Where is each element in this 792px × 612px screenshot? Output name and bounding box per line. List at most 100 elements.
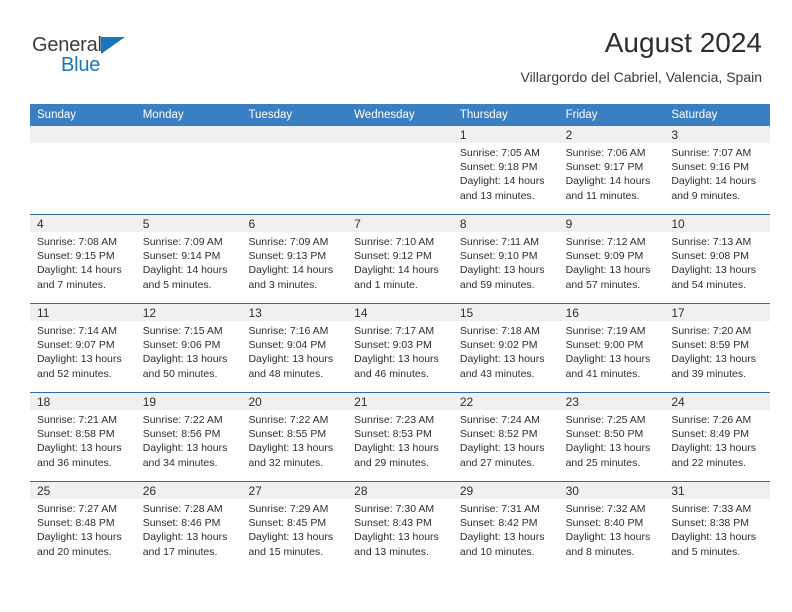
day-details <box>136 143 242 146</box>
daylight-text: Daylight: 13 hours <box>671 531 756 544</box>
day-number-band: 2 <box>558 126 665 143</box>
calendar-day-cell[interactable]: 20 Sunrise: 7:22 AM Sunset: 8:55 PM Dayligh… <box>241 393 348 481</box>
calendar-week-row: 4 Sunrise: 7:08 AM Sunset: 9:15 PM Daylight… <box>30 214 771 303</box>
day-details: Sunrise: 7:26 AM Sunset: 8:49 PM Daylight:… <box>664 410 770 470</box>
day-number-band: 12 <box>135 304 242 321</box>
weekday-header-friday: Friday <box>565 109 598 121</box>
calendar-day-cell[interactable]: 30 Sunrise: 7:32 AM Sunset: 8:40 PM Dayligh… <box>558 482 665 570</box>
sunset-text: Sunset: 9:13 PM <box>248 250 327 263</box>
calendar-day-cell[interactable]: 24 Sunrise: 7:26 AM Sunset: 8:49 PM Dayligh… <box>664 393 771 481</box>
sunrise-text: Sunrise: 7:22 AM <box>248 414 329 426</box>
daylight-text-cont: and 54 minutes. <box>671 278 747 291</box>
brand-logo[interactable]: General Blue <box>32 34 202 80</box>
sunrise-text: Sunrise: 7:18 AM <box>459 325 540 337</box>
day-number-band: 8 <box>452 215 559 232</box>
calendar-day-cell[interactable]: 12 Sunrise: 7:15 AM Sunset: 9:06 PM Dayligh… <box>135 304 242 392</box>
daylight-text-cont: and 41 minutes. <box>565 367 641 380</box>
calendar-day-cell[interactable]: 13 Sunrise: 7:16 AM Sunset: 9:04 PM Dayligh… <box>241 304 348 392</box>
calendar-day-cell[interactable]: 11 Sunrise: 7:14 AM Sunset: 9:07 PM Dayligh… <box>30 304 136 392</box>
weekday-header-monday: Monday <box>142 109 184 121</box>
sunrise-text: Sunrise: 7:06 AM <box>565 147 646 159</box>
daylight-text-cont: and 17 minutes. <box>142 545 218 558</box>
calendar-day-cell[interactable]: 4 Sunrise: 7:08 AM Sunset: 9:15 PM Daylight… <box>30 215 136 303</box>
sunset-text: Sunset: 8:40 PM <box>565 517 644 530</box>
sunrise-text: Sunrise: 7:26 AM <box>671 414 752 426</box>
daylight-text-cont: and 39 minutes. <box>671 367 747 380</box>
calendar-day-cell[interactable]: 16 Sunrise: 7:19 AM Sunset: 9:00 PM Dayligh… <box>558 304 665 392</box>
calendar-day-cell-empty <box>30 126 136 214</box>
day-details: Sunrise: 7:06 AM Sunset: 9:17 PM Daylight:… <box>559 143 665 203</box>
calendar-day-cell[interactable]: 28 Sunrise: 7:30 AM Sunset: 8:43 PM Dayligh… <box>347 482 453 570</box>
calendar-day-cell[interactable]: 27 Sunrise: 7:29 AM Sunset: 8:45 PM Dayligh… <box>241 482 348 570</box>
calendar-day-cell[interactable]: 21 Sunrise: 7:23 AM Sunset: 8:53 PM Dayligh… <box>347 393 453 481</box>
calendar-grid: Sunday Monday Tuesday Wednesday Thursday Frid… <box>30 104 771 570</box>
day-number-band: 23 <box>558 393 665 410</box>
sunrise-text: Sunrise: 7:31 AM <box>459 503 540 515</box>
calendar-day-cell[interactable]: 15 Sunrise: 7:18 AM Sunset: 9:02 PM Dayligh… <box>452 304 559 392</box>
calendar-day-cell[interactable]: 8 Sunrise: 7:11 AM Sunset: 9:10 PM Daylight… <box>452 215 559 303</box>
calendar-day-cell[interactable]: 3 Sunrise: 7:07 AM Sunset: 9:16 PM Daylight… <box>664 126 771 214</box>
day-number-band: 25 <box>30 482 136 499</box>
brand-name-general: General <box>32 34 102 56</box>
calendar-day-cell[interactable]: 5 Sunrise: 7:09 AM Sunset: 9:14 PM Daylight… <box>135 215 242 303</box>
day-details: Sunrise: 7:12 AM Sunset: 9:09 PM Daylight:… <box>559 232 665 292</box>
sunrise-text: Sunrise: 7:09 AM <box>248 236 329 248</box>
calendar-day-cell[interactable]: 6 Sunrise: 7:09 AM Sunset: 9:13 PM Daylight… <box>241 215 348 303</box>
calendar-day-cell[interactable]: 26 Sunrise: 7:28 AM Sunset: 8:46 PM Dayligh… <box>135 482 242 570</box>
day-number: 7 <box>354 217 361 231</box>
sunrise-text: Sunrise: 7:32 AM <box>565 503 646 515</box>
day-details: Sunrise: 7:17 AM Sunset: 9:03 PM Daylight:… <box>347 321 453 381</box>
sunset-text: Sunset: 9:14 PM <box>142 250 221 263</box>
daylight-text: Daylight: 14 hours <box>142 264 228 277</box>
day-number-band: 3 <box>664 126 771 143</box>
calendar-day-cell[interactable]: 18 Sunrise: 7:21 AM Sunset: 8:58 PM Dayligh… <box>30 393 136 481</box>
daylight-text: Daylight: 13 hours <box>565 264 651 277</box>
day-details <box>347 143 453 146</box>
calendar-day-cell[interactable]: 25 Sunrise: 7:27 AM Sunset: 8:48 PM Dayligh… <box>30 482 136 570</box>
calendar-day-cell[interactable]: 14 Sunrise: 7:17 AM Sunset: 9:03 PM Dayligh… <box>347 304 453 392</box>
daylight-text: Daylight: 13 hours <box>354 353 439 366</box>
title-block: August 2024 Villargordo del Cabriel, Val… <box>520 26 762 86</box>
day-number-band: 15 <box>452 304 559 321</box>
day-number: 17 <box>671 306 685 320</box>
day-details: Sunrise: 7:30 AM Sunset: 8:43 PM Daylight:… <box>347 499 453 559</box>
calendar-day-cell[interactable]: 10 Sunrise: 7:13 AM Sunset: 9:08 PM Dayligh… <box>664 215 771 303</box>
daylight-text: Daylight: 13 hours <box>459 442 545 455</box>
sunrise-text: Sunrise: 7:12 AM <box>565 236 646 248</box>
calendar-week-row: 11 Sunrise: 7:14 AM Sunset: 9:07 PM Dayligh… <box>30 303 771 392</box>
calendar-day-cell[interactable]: 23 Sunrise: 7:25 AM Sunset: 8:50 PM Dayligh… <box>558 393 665 481</box>
day-number-band: 7 <box>347 215 453 232</box>
calendar-day-cell[interactable]: 31 Sunrise: 7:33 AM Sunset: 8:38 PM Dayligh… <box>664 482 771 570</box>
calendar-day-cell[interactable]: 29 Sunrise: 7:31 AM Sunset: 8:42 PM Dayligh… <box>452 482 559 570</box>
calendar-day-cell[interactable]: 7 Sunrise: 7:10 AM Sunset: 9:12 PM Daylight… <box>347 215 453 303</box>
daylight-text-cont: and 50 minutes. <box>142 367 218 380</box>
day-number-band: 1 <box>452 126 559 143</box>
sunset-text: Sunset: 8:56 PM <box>142 428 221 441</box>
calendar-day-cell[interactable]: 17 Sunrise: 7:20 AM Sunset: 8:59 PM Dayligh… <box>664 304 771 392</box>
day-details: Sunrise: 7:29 AM Sunset: 8:45 PM Daylight:… <box>241 499 347 559</box>
daylight-text-cont: and 57 minutes. <box>565 278 641 291</box>
sunrise-text: Sunrise: 7:17 AM <box>354 325 435 337</box>
day-number-band: 21 <box>347 393 453 410</box>
daylight-text: Daylight: 14 hours <box>565 175 651 188</box>
daylight-text: Daylight: 13 hours <box>565 531 651 544</box>
sunrise-text: Sunrise: 7:20 AM <box>671 325 752 337</box>
sunset-text: Sunset: 9:02 PM <box>459 339 538 352</box>
day-number-band: 30 <box>558 482 665 499</box>
calendar-day-cell[interactable]: 19 Sunrise: 7:22 AM Sunset: 8:56 PM Dayligh… <box>135 393 242 481</box>
sunrise-text: Sunrise: 7:25 AM <box>565 414 646 426</box>
day-number-band: 27 <box>241 482 348 499</box>
sunrise-text: Sunrise: 7:24 AM <box>459 414 540 426</box>
calendar-week-row: 18 Sunrise: 7:21 AM Sunset: 8:58 PM Dayligh… <box>30 392 771 481</box>
day-number: 6 <box>248 217 256 231</box>
day-details: Sunrise: 7:08 AM Sunset: 9:15 PM Daylight:… <box>30 232 136 292</box>
daylight-text: Daylight: 14 hours <box>248 264 334 277</box>
calendar-day-cell[interactable]: 2 Sunrise: 7:06 AM Sunset: 9:17 PM Daylight… <box>558 126 665 214</box>
daylight-text: Daylight: 13 hours <box>142 442 228 455</box>
sunrise-text: Sunrise: 7:29 AM <box>248 503 329 515</box>
weekday-header-saturday: Saturday <box>671 109 718 121</box>
day-details: Sunrise: 7:23 AM Sunset: 8:53 PM Daylight:… <box>347 410 453 470</box>
calendar-day-cell[interactable]: 22 Sunrise: 7:24 AM Sunset: 8:52 PM Dayligh… <box>452 393 559 481</box>
calendar-day-cell[interactable]: 1 Sunrise: 7:05 AM Sunset: 9:18 PM Daylight… <box>452 126 559 214</box>
calendar-day-cell[interactable]: 9 Sunrise: 7:12 AM Sunset: 9:09 PM Daylight… <box>558 215 665 303</box>
